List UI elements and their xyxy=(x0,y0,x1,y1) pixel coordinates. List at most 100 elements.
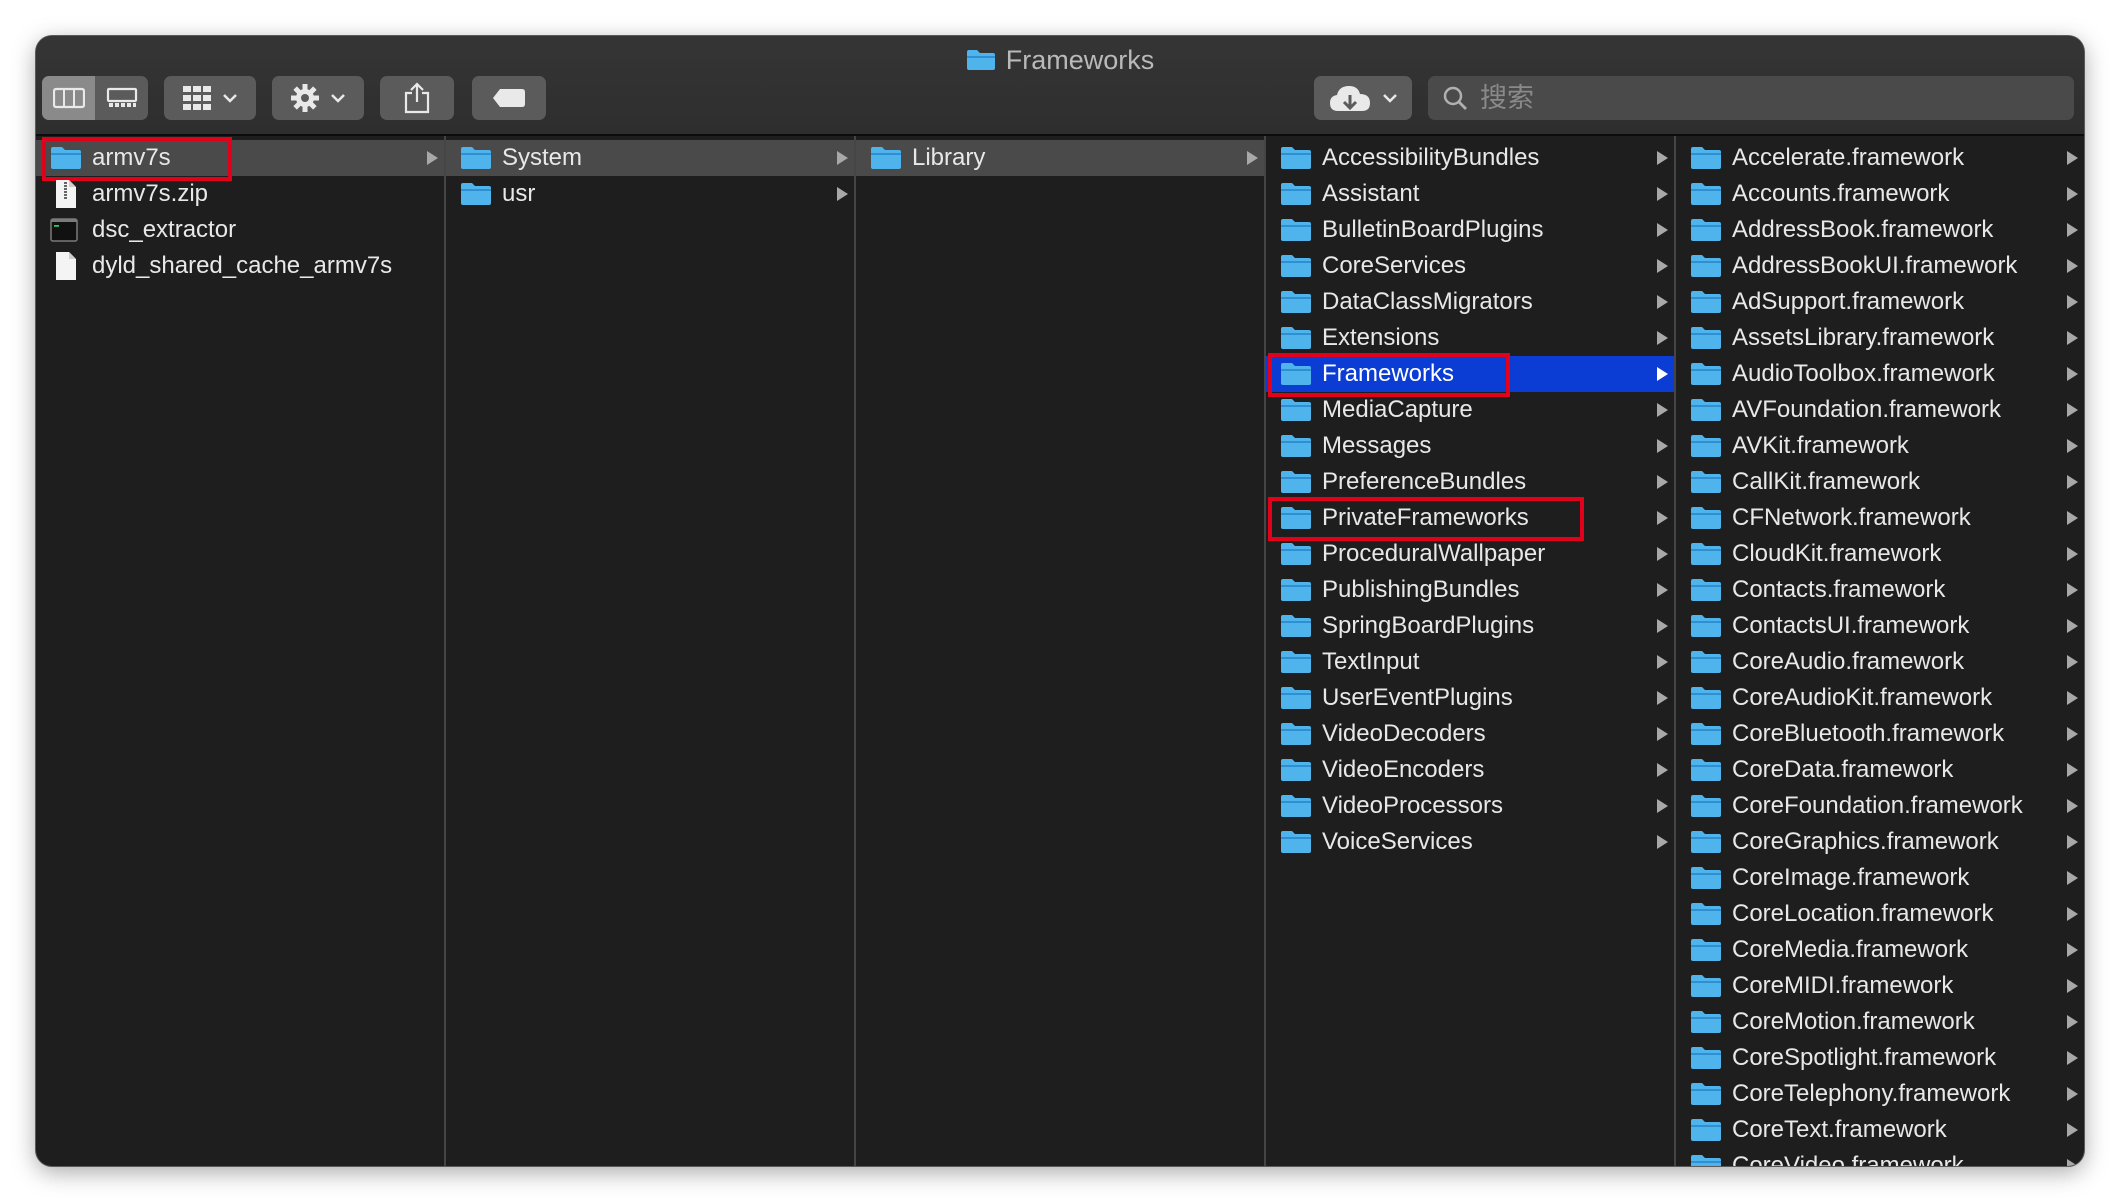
browser-column-2[interactable]: System usr xyxy=(446,136,856,1166)
tags-button[interactable] xyxy=(472,76,546,120)
folder-row[interactable]: CoreBluetooth.framework xyxy=(1676,716,2084,752)
folder-row[interactable]: CoreGraphics.framework xyxy=(1676,824,2084,860)
folder-row[interactable]: AccessibilityBundles xyxy=(1266,140,1674,176)
column-view-button[interactable] xyxy=(42,76,95,120)
folder-row[interactable]: BulletinBoardPlugins xyxy=(1266,212,1674,248)
folder-row[interactable]: MediaCapture xyxy=(1266,392,1674,428)
browser-column-1[interactable]: armv7s armv7s.zip dsc_extractor dyld_shared… xyxy=(36,136,446,1166)
folder-row[interactable]: CloudKit.framework xyxy=(1676,536,2084,572)
action-button[interactable] xyxy=(272,76,364,120)
folder-row[interactable]: AddressBook.framework xyxy=(1676,212,2084,248)
folder-row[interactable]: armv7s xyxy=(36,137,444,181)
folder-row[interactable]: System xyxy=(446,140,854,176)
folder-row[interactable]: PreferenceBundles xyxy=(1266,464,1674,500)
folder-row[interactable]: CoreAudio.framework xyxy=(1676,644,2084,680)
folder-row[interactable]: VideoDecoders xyxy=(1266,716,1674,752)
folder-row[interactable]: CoreMIDI.framework xyxy=(1676,968,2084,1004)
folder-row[interactable]: AudioToolbox.framework xyxy=(1676,356,2084,392)
browser-column-3[interactable]: Library xyxy=(856,136,1266,1166)
folder-icon xyxy=(1690,793,1722,826)
folder-row[interactable]: SpringBoardPlugins xyxy=(1266,608,1674,644)
file-row[interactable]: dyld_shared_cache_armv7s xyxy=(36,248,444,284)
browser-column-5[interactable]: Accelerate.framework Accounts.framework Ad… xyxy=(1676,136,2084,1166)
item-name: dsc_extractor xyxy=(92,216,237,243)
folder-row[interactable]: Library xyxy=(856,140,1264,176)
item-name: Contacts.framework xyxy=(1732,576,1946,603)
folder-row[interactable]: ContactsUI.framework xyxy=(1676,608,2084,644)
disclosure-arrow-icon xyxy=(2067,295,2078,309)
folder-icon xyxy=(1690,253,1722,286)
folder-row[interactable]: Frameworks xyxy=(1266,353,1674,397)
disclosure-arrow-icon xyxy=(2067,367,2078,381)
folder-row[interactable]: CoreTelephony.framework xyxy=(1676,1076,2084,1112)
folder-row[interactable]: CoreMotion.framework xyxy=(1676,1004,2084,1040)
view-mode-segment[interactable] xyxy=(42,76,148,120)
browser-column-4[interactable]: AccessibilityBundles Assistant BulletinBoa… xyxy=(1266,136,1676,1166)
folder-row[interactable]: DataClassMigrators xyxy=(1266,284,1674,320)
folder-row[interactable]: Accelerate.framework xyxy=(1676,140,2084,176)
folder-row[interactable]: usr xyxy=(446,176,854,212)
folder-row[interactable]: CoreText.framework xyxy=(1676,1112,2084,1148)
item-name: PreferenceBundles xyxy=(1322,468,1527,495)
folder-row[interactable]: CoreAudioKit.framework xyxy=(1676,680,2084,716)
folder-row[interactable]: CoreData.framework xyxy=(1676,752,2084,788)
folder-row[interactable]: Contacts.framework xyxy=(1676,572,2084,608)
file-row[interactable]: armv7s.zip xyxy=(36,176,444,212)
search-input[interactable] xyxy=(1478,81,2042,115)
folder-icon xyxy=(1690,1081,1722,1114)
group-by-button[interactable] xyxy=(164,76,256,120)
folder-row[interactable]: VideoProcessors xyxy=(1266,788,1674,824)
item-name: AVKit.framework xyxy=(1732,432,1909,459)
folder-row[interactable]: AVFoundation.framework xyxy=(1676,392,2084,428)
folder-row[interactable]: UserEventPlugins xyxy=(1266,680,1674,716)
folder-icon xyxy=(1690,181,1722,214)
share-button[interactable] xyxy=(380,76,454,120)
item-name: PublishingBundles xyxy=(1322,576,1520,603)
disclosure-arrow-icon xyxy=(2067,403,2078,417)
disclosure-arrow-icon xyxy=(2067,151,2078,165)
folder-row[interactable]: AVKit.framework xyxy=(1676,428,2084,464)
folder-icon xyxy=(870,145,902,178)
folder-row[interactable]: Extensions xyxy=(1266,320,1674,356)
folder-row[interactable]: VideoEncoders xyxy=(1266,752,1674,788)
disclosure-arrow-icon xyxy=(1657,655,1668,669)
folder-row[interactable]: CoreServices xyxy=(1266,248,1674,284)
disclosure-arrow-icon xyxy=(2067,1051,2078,1065)
folder-row[interactable]: ProceduralWallpaper xyxy=(1266,536,1674,572)
icloud-button[interactable] xyxy=(1314,76,1412,120)
folder-row[interactable]: CoreFoundation.framework xyxy=(1676,788,2084,824)
folder-row[interactable]: PublishingBundles xyxy=(1266,572,1674,608)
folder-row[interactable]: Assistant xyxy=(1266,176,1674,212)
item-name: AccessibilityBundles xyxy=(1322,144,1540,171)
folder-row[interactable]: CoreMedia.framework xyxy=(1676,932,2084,968)
folder-row[interactable]: CallKit.framework xyxy=(1676,464,2084,500)
folder-row[interactable]: Accounts.framework xyxy=(1676,176,2084,212)
folder-row[interactable]: AddressBookUI.framework xyxy=(1676,248,2084,284)
chevron-down-icon xyxy=(223,94,237,103)
column-browser: armv7s armv7s.zip dsc_extractor dyld_shared… xyxy=(36,136,2084,1166)
folder-icon xyxy=(1690,649,1722,682)
folder-icon xyxy=(1690,397,1722,430)
folder-row[interactable]: AdSupport.framework xyxy=(1676,284,2084,320)
folder-row[interactable]: CoreLocation.framework xyxy=(1676,896,2084,932)
folder-row[interactable]: VoiceServices xyxy=(1266,824,1674,860)
folder-row[interactable]: Messages xyxy=(1266,428,1674,464)
search-icon xyxy=(1443,86,1467,110)
folder-icon xyxy=(1280,505,1312,538)
item-name: AVFoundation.framework xyxy=(1732,396,2002,423)
folder-row[interactable]: CoreImage.framework xyxy=(1676,860,2084,896)
search-field[interactable] xyxy=(1428,76,2074,120)
disclosure-arrow-icon xyxy=(2067,943,2078,957)
folder-row[interactable]: CFNetwork.framework xyxy=(1676,500,2084,536)
item-name: AudioToolbox.framework xyxy=(1732,360,1995,387)
disclosure-arrow-icon xyxy=(2067,511,2078,525)
folder-row[interactable]: CoreSpotlight.framework xyxy=(1676,1040,2084,1076)
file-row[interactable]: dsc_extractor xyxy=(36,212,444,248)
folder-row[interactable]: PrivateFrameworks xyxy=(1266,497,1674,541)
folder-row[interactable]: AssetsLibrary.framework xyxy=(1676,320,2084,356)
gallery-view-button[interactable] xyxy=(95,76,148,120)
disclosure-arrow-icon xyxy=(1657,475,1668,489)
folder-row[interactable]: CoreVideo.framework xyxy=(1676,1148,2084,1166)
folder-row[interactable]: TextInput xyxy=(1266,644,1674,680)
disclosure-arrow-icon xyxy=(1657,583,1668,597)
